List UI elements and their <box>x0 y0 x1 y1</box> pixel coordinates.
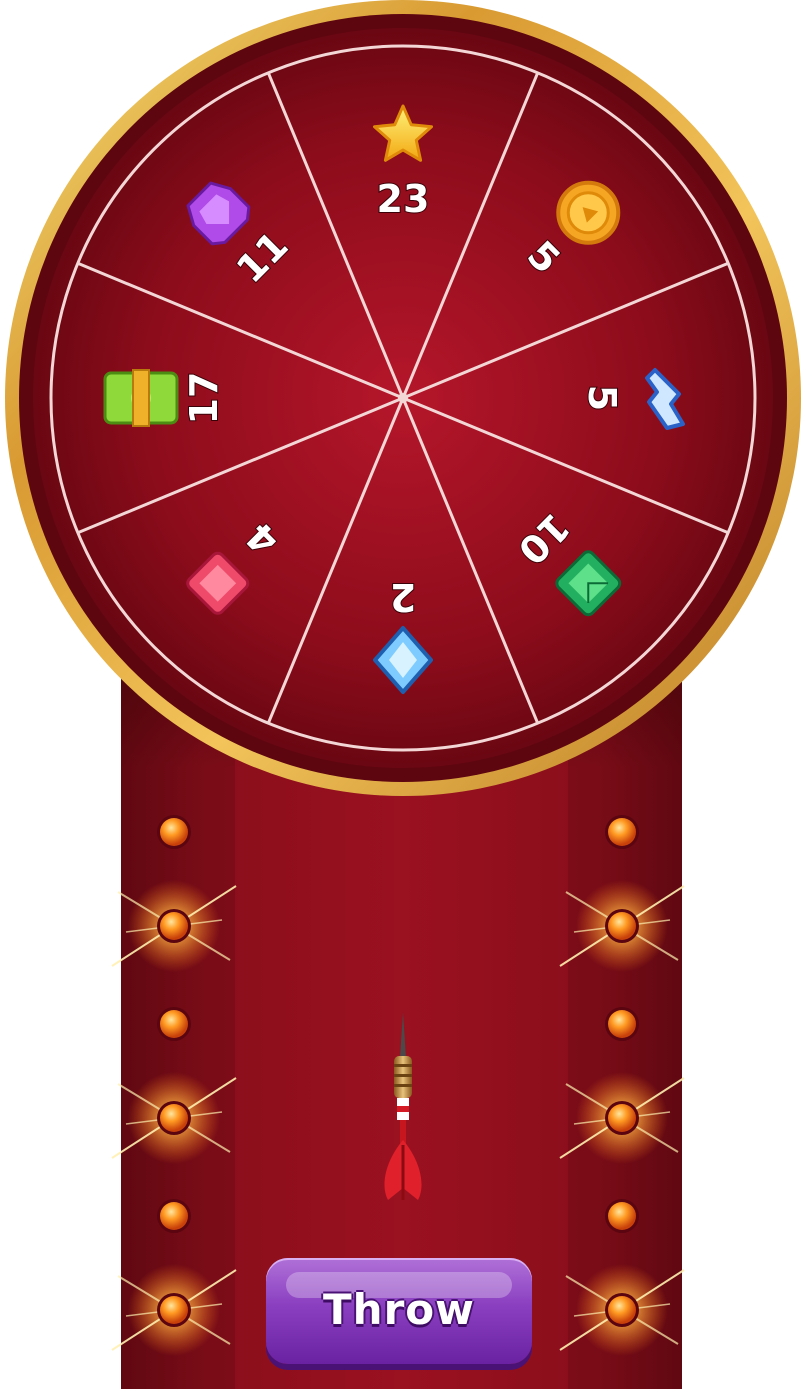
marquee-bulb <box>157 1199 191 1233</box>
game-stage: 235510241711 <box>5 0 801 1389</box>
marquee-bulb <box>605 1199 639 1233</box>
wheel-hub <box>398 393 408 403</box>
segment-value: 17 <box>182 372 226 425</box>
throw-button-label: Throw <box>323 1285 475 1334</box>
segment-value: 23 <box>377 177 430 221</box>
segment-value: 5 <box>580 385 624 411</box>
wheel-segment: 17 <box>103 369 227 427</box>
marquee-bulb <box>605 1007 639 1041</box>
prize-wheel: 235510241711 <box>5 0 801 796</box>
marquee-bulb <box>157 1007 191 1041</box>
marquee-bulb <box>157 815 191 849</box>
cash-icon <box>103 369 179 427</box>
marquee-bulb <box>605 815 639 849</box>
throw-button[interactable]: Throw <box>266 1258 532 1364</box>
segment-value: 2 <box>390 575 416 619</box>
